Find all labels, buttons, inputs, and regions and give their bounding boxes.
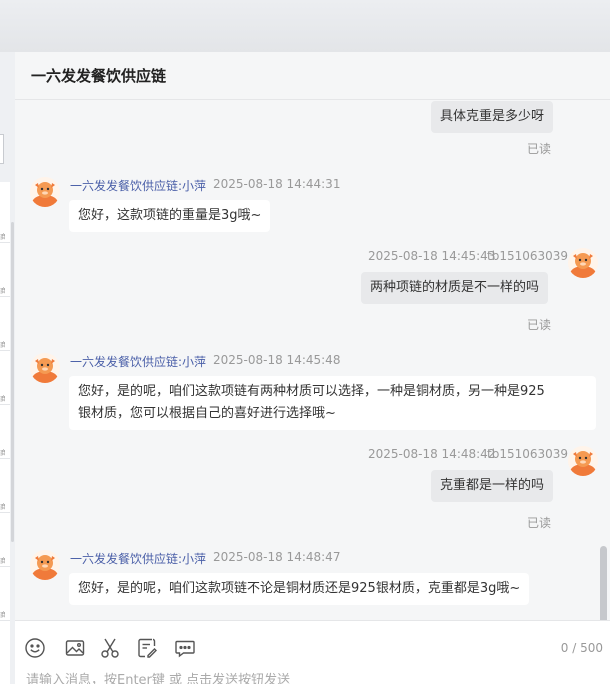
sidebar-item-fragment[interactable]: 商	[0, 286, 5, 294]
sidebar-list-edge	[0, 182, 10, 684]
sender-name: 一六发发餐饮供应链:小萍	[70, 355, 207, 369]
sender-name: tb151063039	[487, 447, 569, 461]
window-topbar	[0, 0, 610, 52]
message-bubble-outgoing: 克重都是一样的吗	[431, 470, 554, 502]
read-status: 已读	[527, 318, 552, 332]
seller-avatar[interactable]	[30, 177, 60, 207]
shop-mascot-icon	[32, 555, 58, 580]
seller-avatar[interactable]	[30, 550, 60, 580]
shop-mascot-icon	[570, 451, 596, 476]
sender-name: 一六发发餐饮供应链:小萍	[70, 552, 207, 566]
chat-title: 一六发发餐饮供应链	[31, 67, 167, 85]
shop-mascot-icon	[570, 253, 596, 278]
emoji-icon[interactable]	[24, 637, 46, 659]
sidebar-item-fragment[interactable]: 商	[0, 448, 5, 456]
sidebar-scrollbar[interactable]	[11, 222, 14, 542]
sidebar-divider	[0, 566, 10, 567]
sidebar-item-fragment[interactable]: 商	[0, 502, 5, 510]
message-time: 2025-08-18 14:48:47	[213, 550, 341, 564]
seller-avatar[interactable]	[30, 353, 60, 383]
chat-bubble-icon[interactable]	[174, 637, 196, 659]
sidebar-item-fragment[interactable]: 商	[0, 340, 5, 348]
message-time: 2025-08-18 14:45:48	[213, 353, 341, 367]
buyer-avatar[interactable]	[568, 248, 598, 278]
sender-name: 一六发发餐饮供应链:小萍	[70, 179, 207, 193]
message-bubble-incoming: 您好，是的呢，咱们这款项链有两种材质可以选择，一种是铜材质，另一种是925 银材…	[69, 376, 596, 430]
chat-header: 一六发发餐饮供应链	[15, 52, 610, 100]
message-time: 2025-08-18 14:48:42	[368, 447, 496, 461]
chat-panel: 一六发发餐饮供应链 具体克重是多少呀 已读 一六发发餐饮供应链:小萍 2025-…	[15, 52, 610, 684]
sidebar-item-fragment[interactable]: 商	[0, 394, 5, 402]
read-status: 已读	[527, 142, 552, 156]
message-bubble-incoming: 您好，这款项链的重量是3g哦~	[69, 200, 271, 232]
sidebar-item-fragment[interactable]: 商	[0, 556, 5, 564]
quick-reply-icon[interactable]	[136, 637, 158, 659]
left-sidebar-peek: 商 商 商 商 商 商 商 商	[0, 52, 15, 684]
message-text-line: 您好，是的呢，咱们这款项链有两种材质可以选择，一种是铜材质，另一种是925	[78, 384, 545, 399]
sidebar-divider	[0, 296, 10, 297]
sidebar-item-fragment[interactable]: 商	[0, 610, 5, 618]
message-text-line: 银材质，您可以根据自己的喜好进行选择哦~	[78, 406, 336, 421]
message-time: 2025-08-18 14:44:31	[213, 177, 341, 191]
sender-name: tb151063039	[487, 249, 569, 263]
shop-mascot-icon	[32, 358, 58, 383]
message-time: 2025-08-18 14:45:43	[368, 249, 496, 263]
message-scrollbar[interactable]	[600, 546, 607, 620]
message-input[interactable]: 请输入消息，按Enter键 或 点击发送按钮发送	[26, 669, 290, 684]
sidebar-divider	[0, 512, 10, 513]
read-status: 已读	[527, 516, 552, 530]
shop-mascot-icon	[32, 182, 58, 207]
input-area: 0 / 500 请输入消息，按Enter键 或 点击发送按钮发送	[15, 620, 610, 684]
sidebar-item-fragment[interactable]: 商	[0, 232, 5, 240]
sidebar-divider	[0, 458, 10, 459]
message-list[interactable]: 具体克重是多少呀 已读 一六发发餐饮供应链:小萍 2025-08-18 14:4…	[15, 100, 610, 620]
char-counter: 0 / 500	[560, 641, 603, 655]
scissors-icon[interactable]	[99, 637, 121, 659]
sidebar-search-edge	[0, 134, 4, 164]
image-icon[interactable]	[64, 637, 86, 659]
sidebar-divider	[0, 404, 10, 405]
message-bubble-outgoing: 两种项链的材质是不一样的吗	[361, 272, 549, 304]
sidebar-divider	[0, 350, 10, 351]
message-bubble-incoming: 您好，是的呢，咱们这款项链不论是铜材质还是925银材质，克重都是3g哦~	[69, 573, 530, 605]
message-bubble-outgoing: 具体克重是多少呀	[431, 101, 554, 133]
sidebar-divider	[0, 620, 10, 621]
buyer-avatar[interactable]	[568, 446, 598, 476]
sidebar-divider	[0, 242, 10, 243]
